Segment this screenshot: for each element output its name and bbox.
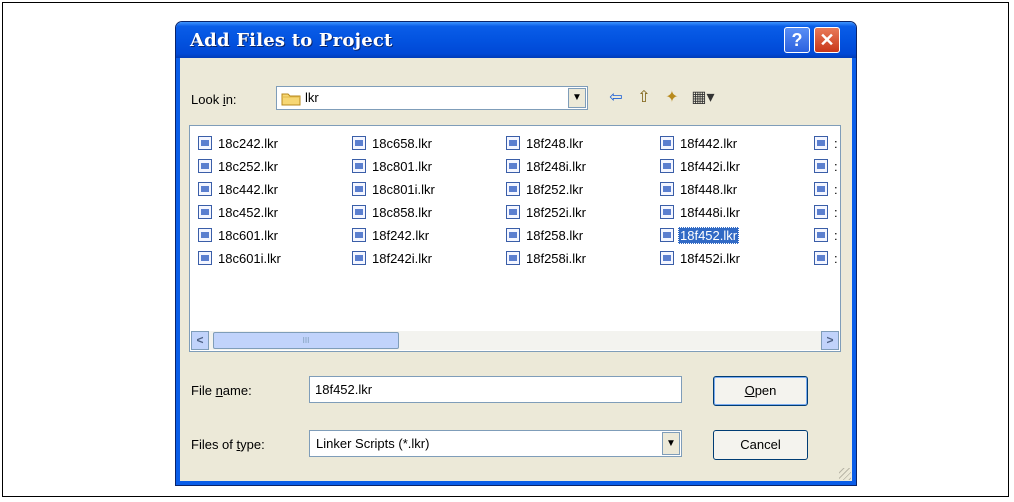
linker-file-icon <box>814 159 828 173</box>
list-item[interactable]: 18c452.lkr <box>198 203 283 226</box>
chevron-down-icon[interactable]: ▼ <box>568 88 586 108</box>
look-in-value: lkr <box>305 90 319 105</box>
linker-file-icon <box>198 205 212 219</box>
file-column-partial: : : : : : : <box>814 134 840 272</box>
list-item[interactable]: 18f442.lkr <box>660 134 742 157</box>
list-item-selected[interactable]: 18f452.lkr <box>660 226 742 249</box>
linker-file-icon <box>506 182 520 196</box>
list-item[interactable]: 18f248.lkr <box>506 134 588 157</box>
scroll-left-icon[interactable]: < <box>191 331 209 350</box>
list-item[interactable]: 18f258.lkr <box>506 226 588 249</box>
add-files-dialog: Add Files to Project ? ✕ Look in: lkr ▼ … <box>175 21 857 486</box>
file-name-label: File name: <box>191 383 252 398</box>
list-item[interactable]: 18f248i.lkr <box>506 157 588 180</box>
linker-file-icon <box>506 251 520 265</box>
linker-file-icon <box>814 251 828 265</box>
dialog-title: Add Files to Project <box>190 30 393 51</box>
linker-file-icon <box>198 228 212 242</box>
title-bar[interactable]: Add Files to Project ? ✕ <box>176 22 856 58</box>
back-icon[interactable]: ⇦ <box>604 86 628 110</box>
linker-file-icon <box>352 159 366 173</box>
linker-file-icon <box>660 251 674 265</box>
file-list[interactable]: 18c242.lkr 18c252.lkr 18c442.lkr 18c452.… <box>189 125 841 352</box>
list-item[interactable]: : <box>814 180 840 203</box>
list-item[interactable]: 18f442i.lkr <box>660 157 742 180</box>
list-item[interactable]: : <box>814 203 840 226</box>
file-type-value: Linker Scripts (*.lkr) <box>316 436 430 451</box>
linker-file-icon <box>352 251 366 265</box>
linker-file-icon <box>198 136 212 150</box>
file-name-input[interactable] <box>309 376 682 403</box>
linker-file-icon <box>660 182 674 196</box>
list-item[interactable]: 18f448i.lkr <box>660 203 742 226</box>
resize-grip-icon[interactable] <box>839 468 851 480</box>
cancel-button[interactable]: Cancel <box>713 430 808 460</box>
close-button[interactable]: ✕ <box>814 27 840 53</box>
window-border-right <box>852 58 856 485</box>
list-item[interactable]: : <box>814 249 840 272</box>
scroll-right-icon[interactable]: > <box>821 331 839 350</box>
list-item[interactable]: 18c601.lkr <box>198 226 283 249</box>
file-type-label: Files of type: <box>191 437 265 452</box>
window-border-left <box>176 58 180 485</box>
scrollbar-thumb[interactable]: III <box>213 332 399 349</box>
list-item[interactable]: 18f242.lkr <box>352 226 437 249</box>
list-item[interactable]: 18f452i.lkr <box>660 249 742 272</box>
file-column: 18f442.lkr 18f442i.lkr 18f448.lkr 18f448… <box>660 134 742 272</box>
folder-icon <box>281 93 301 106</box>
linker-file-icon <box>814 228 828 242</box>
linker-file-icon <box>506 205 520 219</box>
list-item[interactable]: 18c801.lkr <box>352 157 437 180</box>
linker-file-icon <box>506 159 520 173</box>
open-button[interactable]: Open <box>713 376 808 406</box>
list-item[interactable]: 18f252i.lkr <box>506 203 588 226</box>
linker-file-icon <box>660 136 674 150</box>
list-item[interactable]: 18c658.lkr <box>352 134 437 157</box>
window-border-bottom <box>176 481 856 485</box>
list-item[interactable]: 18c801i.lkr <box>352 180 437 203</box>
file-column: 18f248.lkr 18f248i.lkr 18f252.lkr 18f252… <box>506 134 588 272</box>
list-item[interactable]: 18c601i.lkr <box>198 249 283 272</box>
new-folder-icon[interactable]: ✦ <box>660 86 684 110</box>
list-item[interactable]: 18c252.lkr <box>198 157 283 180</box>
chevron-down-icon[interactable]: ▼ <box>662 432 680 455</box>
list-item[interactable]: 18f242i.lkr <box>352 249 437 272</box>
up-folder-icon[interactable]: ⇧ <box>632 86 656 110</box>
linker-file-icon <box>198 182 212 196</box>
list-item[interactable]: 18f258i.lkr <box>506 249 588 272</box>
linker-file-icon <box>814 182 828 196</box>
list-item[interactable]: 18c858.lkr <box>352 203 437 226</box>
linker-file-icon <box>352 182 366 196</box>
linker-file-icon <box>352 205 366 219</box>
view-menu-icon[interactable]: ▦▾ <box>686 86 720 110</box>
horizontal-scrollbar[interactable]: < III > <box>191 331 839 350</box>
list-item[interactable]: : <box>814 226 840 249</box>
linker-file-icon <box>660 159 674 173</box>
list-item[interactable]: : <box>814 157 840 180</box>
look-in-label: Look in: <box>191 92 237 107</box>
list-item[interactable]: 18c442.lkr <box>198 180 283 203</box>
list-item[interactable]: 18f252.lkr <box>506 180 588 203</box>
linker-file-icon <box>352 228 366 242</box>
list-item[interactable]: : <box>814 134 840 157</box>
linker-file-icon <box>814 136 828 150</box>
linker-file-icon <box>352 136 366 150</box>
list-item[interactable]: 18f448.lkr <box>660 180 742 203</box>
linker-file-icon <box>198 251 212 265</box>
linker-file-icon <box>814 205 828 219</box>
help-button[interactable]: ? <box>784 27 810 53</box>
linker-file-icon <box>198 159 212 173</box>
list-item[interactable]: 18c242.lkr <box>198 134 283 157</box>
linker-file-icon <box>506 136 520 150</box>
file-type-dropdown[interactable]: Linker Scripts (*.lkr) ▼ <box>309 430 682 457</box>
linker-file-icon <box>660 205 674 219</box>
linker-file-icon <box>506 228 520 242</box>
look-in-dropdown[interactable]: lkr ▼ <box>276 86 588 110</box>
file-column: 18c658.lkr 18c801.lkr 18c801i.lkr 18c858… <box>352 134 437 272</box>
file-column: 18c242.lkr 18c252.lkr 18c442.lkr 18c452.… <box>198 134 283 272</box>
linker-file-icon <box>660 228 674 242</box>
